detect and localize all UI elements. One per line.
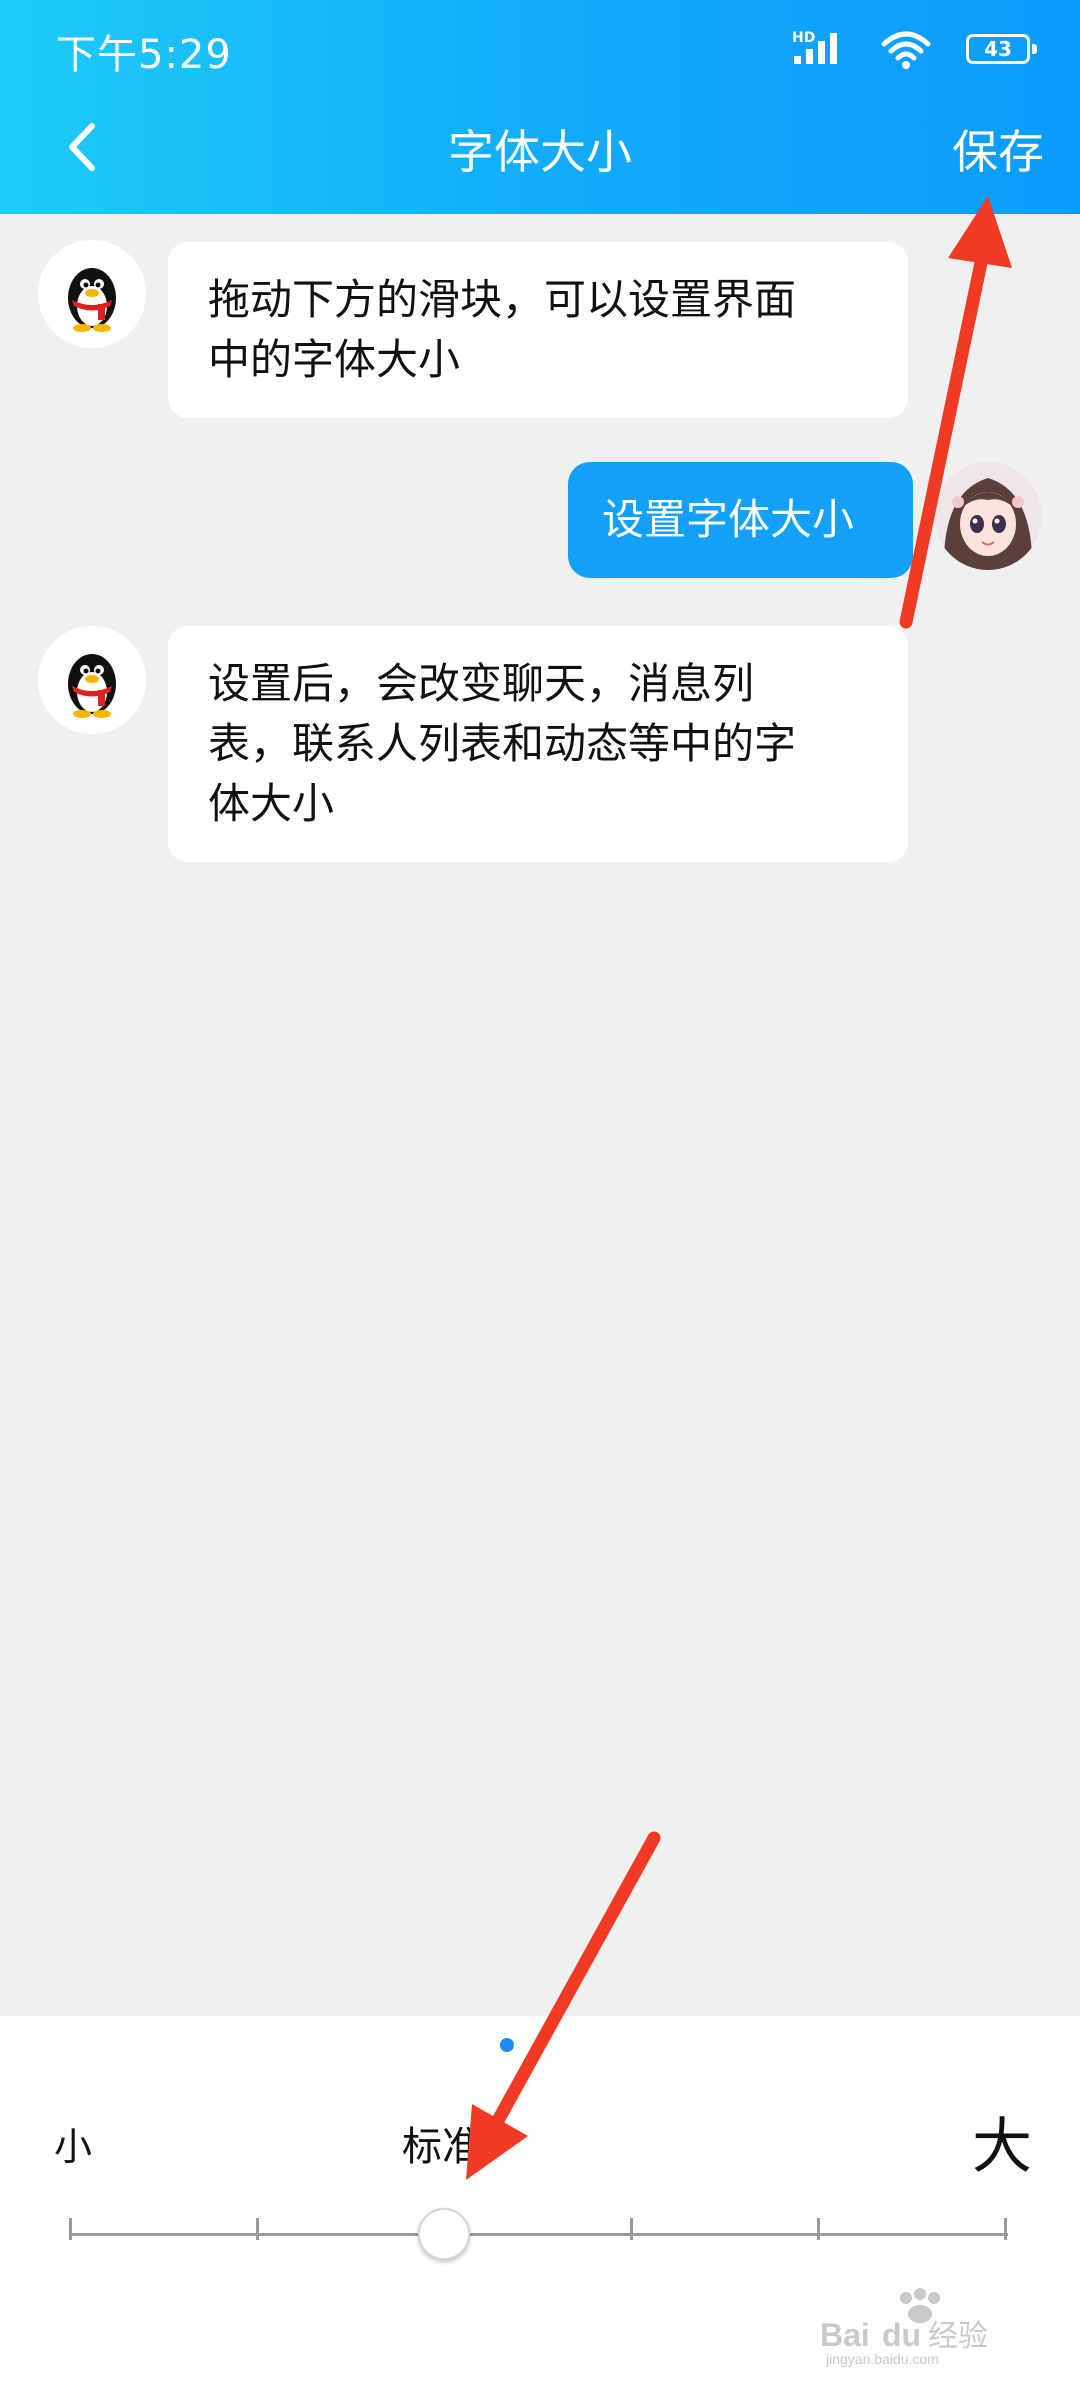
- message-line: 拖动下方的滑块，可以设置界面: [208, 275, 797, 324]
- signal-bar: [806, 49, 813, 64]
- baidu-paw-icon: Bai du 经验 jingyan.baidu.com: [820, 2288, 988, 2367]
- svg-text:jingyan.baidu.com: jingyan.baidu.com: [825, 2351, 939, 2367]
- penguin-avatar[interactable]: [38, 240, 146, 348]
- message-line: 设置后，会改变聊天，消息列: [208, 659, 755, 708]
- page-title: 字体大小: [448, 125, 632, 179]
- signal-bar: [818, 41, 825, 64]
- svg-text:du: du: [882, 2317, 921, 2353]
- message-line: 设置字体大小: [602, 495, 855, 544]
- signal-bar: [794, 56, 801, 64]
- label-small: 小: [54, 2125, 93, 2169]
- save-button[interactable]: 保存: [952, 116, 1044, 182]
- slider-tick[interactable]: [256, 2218, 259, 2240]
- penguin-icon: [68, 654, 116, 718]
- chat-bubble-sent: 设置字体大小: [568, 462, 913, 578]
- font-size-slider-thumb[interactable]: [418, 2208, 470, 2260]
- top-bar: 下午5:29 HD 43 字体大小 保存: [0, 0, 1080, 214]
- penguin-icon: [68, 268, 116, 332]
- baidu-watermark: Bai du 经验 jingyan.baidu.com: [820, 2288, 1020, 2368]
- svg-text:Bai: Bai: [820, 2317, 870, 2353]
- svg-text:经验: 经验: [928, 2319, 988, 2354]
- slider-tick[interactable]: [817, 2218, 820, 2240]
- status-icons: HD 43: [780, 30, 1040, 70]
- slider-tick[interactable]: [630, 2218, 633, 2240]
- network-tag: HD: [792, 30, 816, 46]
- font-size-panel: 小 标准 大 Bai du 经验 jingyan.baidu.com: [0, 2016, 1080, 2400]
- anime-girl-avatar[interactable]: [934, 462, 1042, 570]
- battery-icon: 43: [966, 34, 1037, 64]
- label-large: 大: [972, 2112, 1032, 2182]
- font-size-slider-track[interactable]: [70, 2233, 1008, 2236]
- slider-tick[interactable]: [69, 2218, 72, 2240]
- label-standard: 标准: [402, 2124, 482, 2170]
- slider-tick[interactable]: [1004, 2218, 1007, 2240]
- message-line: 表，联系人列表和动态等中的字: [208, 719, 797, 768]
- chat-bubble-received: 拖动下方的滑块，可以设置界面 中的字体大小: [168, 242, 908, 418]
- chat-bubble-received: 设置后，会改变聊天，消息列 表，联系人列表和动态等中的字 体大小: [168, 626, 908, 862]
- message-line: 中的字体大小: [208, 335, 461, 384]
- signal-bar: [830, 33, 837, 64]
- signal-icon: HD: [790, 30, 850, 66]
- page-indicator-dot: [500, 2038, 514, 2052]
- user-avatar-icon: [934, 462, 1042, 570]
- message-line: 体大小: [208, 779, 335, 828]
- penguin-avatar[interactable]: [38, 626, 146, 734]
- wifi-icon: [881, 31, 931, 69]
- status-time: 下午5:29: [56, 32, 232, 78]
